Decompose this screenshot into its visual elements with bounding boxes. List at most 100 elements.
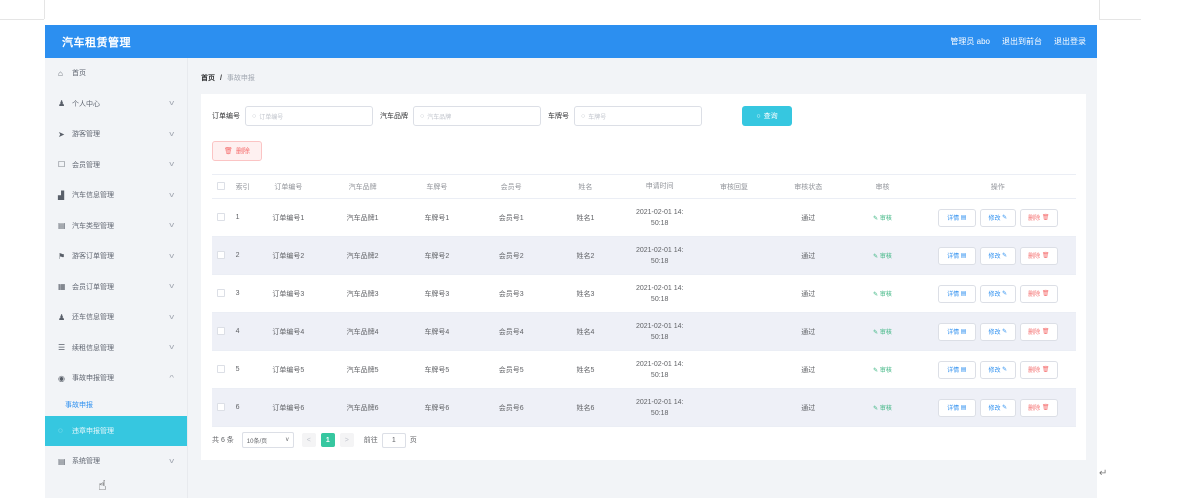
edit-button[interactable]: 修改 ✎ [979,246,1016,265]
sidebar-item-visitor-orders[interactable]: ⚑ 游客订单管理 v [45,241,187,272]
delete-button-label: 删除 [1028,330,1041,336]
page-number-button[interactable]: 1 [320,433,335,447]
apply-time-clock: 50:18 [650,219,669,227]
audit-link[interactable]: ✎ 审核 [873,330,892,336]
member-number-cell: 会员号2 [498,252,524,260]
page-unit-label: 页 [409,437,417,444]
car-brand-input[interactable]: ○ 汽车品牌 [413,106,541,126]
sidebar-item-member-orders[interactable]: ▦ 会员订单管理 v [45,272,187,303]
row-checkbox[interactable] [212,326,230,337]
detail-button[interactable]: 详情 ▤ [937,360,976,379]
row-checkbox[interactable] [212,212,230,223]
table-row: 6 订单编号6 汽车品牌6 车牌号6 会员号6 姓名6 2021-02-01 14: 50:1… [212,389,1076,427]
order-number-input[interactable]: ○ 订单编号 [245,106,373,126]
hand-cursor-icon: ☝ [98,477,107,493]
search-icon: ○ [581,112,586,120]
sidebar-item-label: 游客管理 [72,131,100,139]
delete-button[interactable]: 删除 🗑 [1019,208,1058,227]
edit-icon: ✎ [873,254,880,260]
chevron-up-icon: ^ [169,374,174,382]
chevron-down-icon: v [285,437,289,443]
sidebar-item-system[interactable]: ▤ 系统管理 v [45,446,187,477]
apply-time-date: 2021-02-01 14: [635,284,684,292]
delete-button[interactable]: 删除 🗑 [1019,398,1058,417]
sidebar-item-visitors[interactable]: ➤ 游客管理 v [45,119,187,150]
document-icon: ▦ [58,282,66,292]
select-all-checkbox[interactable] [212,181,230,192]
goto-page-input[interactable]: 1 [381,432,406,448]
audit-link[interactable]: ✎ 审核 [873,254,892,260]
order-number-cell: 订单编号4 [272,328,305,336]
breadcrumb-separator: / [219,75,222,82]
sidebar-item-return-info[interactable]: ♟ 还车信息管理 v [45,302,187,333]
query-button[interactable]: ○ 查询 [742,106,792,126]
page-guide-line [44,0,45,19]
detail-button[interactable]: 详情 ▤ [937,284,976,303]
sidebar-item-label: 会员订单管理 [72,283,114,291]
content-card: 订单编号 ○ 订单编号 汽车品牌 ○ 汽车品牌 车牌号 ○ 车牌号 ○ 查询 🗑… [201,94,1086,460]
sidebar-item-car-info[interactable]: ▟ 汽车信息管理 v [45,180,187,211]
batch-delete-button[interactable]: 🗑 删除 [212,141,262,161]
detail-button[interactable]: 详情 ▤ [937,398,976,417]
prev-page-button[interactable]: < [301,433,316,447]
audit-link[interactable]: ✎ 审核 [873,216,892,222]
admin-user-link[interactable]: 管理员 abo [950,36,990,47]
audit-link[interactable]: ✎ 审核 [873,292,892,298]
row-index: 4 [235,328,240,335]
row-checkbox[interactable] [212,288,230,299]
audit-link[interactable]: ✎ 审核 [873,406,892,412]
row-checkbox[interactable] [212,250,230,261]
menu-icon: ☰ [58,343,66,353]
name-cell: 姓名2 [576,252,595,260]
sidebar-item-renewal-info[interactable]: ☰ 续租信息管理 v [45,333,187,364]
plate-number-input[interactable]: ○ 车牌号 [574,106,702,126]
location-icon: ◉ [58,373,65,383]
operations-cell: 详情 ▤ 修改 ✎ 删除 🗑 [920,208,1076,227]
sidebar-item-home[interactable]: ⌂ 首页 [45,58,187,89]
back-to-front-link[interactable]: 退出到前台 [1002,36,1042,47]
apply-time-clock: 50:18 [650,409,669,417]
table-row: 3 订单编号3 汽车品牌3 车牌号3 会员号3 姓名3 2021-02-01 14: 50:1… [212,275,1076,313]
delete-button[interactable]: 删除 🗑 [1019,322,1058,341]
edit-button[interactable]: 修改 ✎ [979,322,1016,341]
detail-button[interactable]: 详情 ▤ [937,322,976,341]
edit-button[interactable]: 修改 ✎ [979,284,1016,303]
column-header: 姓名 [578,183,593,191]
row-checkbox[interactable] [212,402,230,413]
detail-button-label: 详情 [947,406,960,412]
car-brand-label: 汽车品牌 [380,113,408,120]
chevron-down-icon: v [168,222,174,230]
row-checkbox[interactable] [212,364,230,375]
detail-button[interactable]: 详情 ▤ [937,208,976,227]
table-header: 索引 订单编号 汽车品牌 车牌号 会员号 姓名 申请时间 审核回复 审核状态 审… [212,175,1076,199]
edit-icon: ✎ [1000,253,1008,259]
delete-button[interactable]: 删除 🗑 [1019,360,1058,379]
delete-button[interactable]: 删除 🗑 [1019,284,1058,303]
page-size-select[interactable]: 10条/页 v [241,432,294,448]
batch-delete-label: 删除 [235,148,250,155]
detail-button[interactable]: 详情 ▤ [937,246,976,265]
sidebar-item-accident-report[interactable]: ◉ 事故申报管理 ^ [45,363,187,394]
plate-number-cell: 车牌号5 [424,366,450,374]
apply-time-cell: 2021-02-01 14: 50:18 [623,207,697,229]
next-page-button[interactable]: > [339,433,354,447]
trash-icon: 🗑 [1040,329,1050,335]
delete-button[interactable]: 删除 🗑 [1019,246,1058,265]
column-header: 订单编号 [274,183,303,191]
edit-button[interactable]: 修改 ✎ [979,398,1016,417]
audit-link[interactable]: ✎ 审核 [873,368,892,374]
apply-time-cell: 2021-02-01 14: 50:18 [623,245,697,267]
order-number-placeholder: 订单编号 [259,114,284,121]
apply-time-cell: 2021-02-01 14: 50:18 [623,321,697,343]
sidebar-subitem-accident[interactable]: 事故申报 [45,394,187,416]
sidebar-item-car-type[interactable]: ▤ 汽车类型管理 v [45,211,187,242]
sidebar-item-violation-report[interactable]: ◌ 违章申报管理 [45,415,187,446]
breadcrumb-home[interactable]: 首页 [201,75,215,82]
edit-button[interactable]: 修改 ✎ [979,360,1016,379]
sidebar-item-personal[interactable]: ♟ 个人中心 v [45,89,187,120]
edit-button[interactable]: 修改 ✎ [979,208,1016,227]
sidebar-item-members[interactable]: ☐ 会员管理 v [45,150,187,181]
apply-time-clock: 50:18 [650,333,669,341]
circle-icon: ◌ [58,426,63,436]
logout-link[interactable]: 退出登录 [1054,36,1086,47]
